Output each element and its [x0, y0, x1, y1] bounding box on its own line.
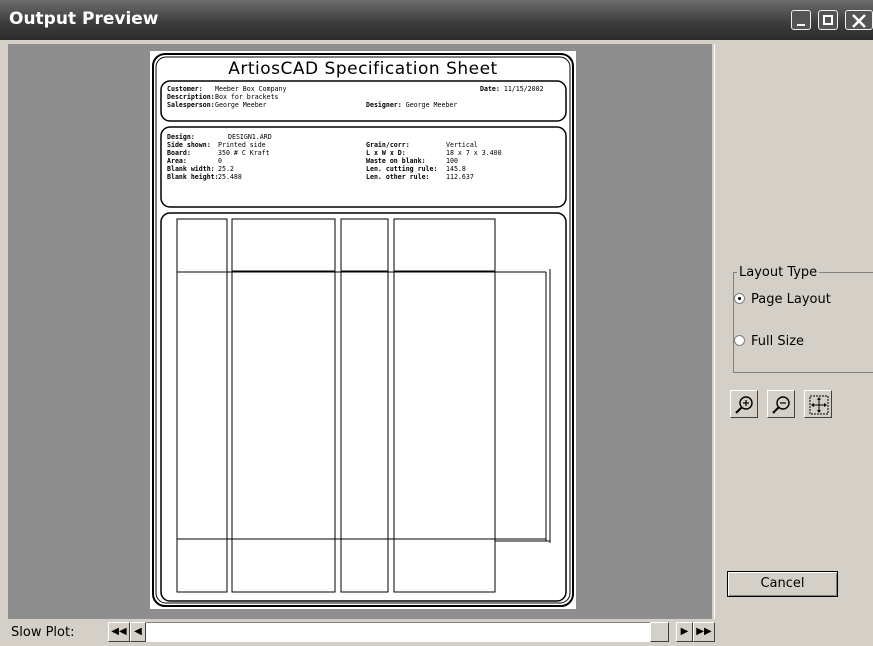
dieline	[176, 218, 551, 593]
full-size-radio[interactable]: Full Size	[734, 334, 804, 349]
last-frame-button[interactable]: ▶▶	[693, 622, 715, 642]
date-label: Date:	[480, 85, 500, 93]
blank-height-label: Blank height:	[167, 173, 219, 181]
full-size-label: Full Size	[751, 334, 805, 349]
first-frame-button[interactable]: ◀◀	[108, 622, 130, 642]
salesperson-value: George Meeber	[215, 101, 267, 109]
title-bar: Output Preview	[0, 0, 873, 40]
board-value: 350 # C Kraft	[218, 149, 270, 157]
side-value: Printed side	[218, 141, 266, 149]
cutting-rule-value: 145.8	[446, 165, 466, 173]
layout-type-label: Layout Type	[737, 265, 820, 280]
other-rule-value: 112.637	[446, 173, 474, 181]
designer-value: George Meeber	[405, 101, 458, 109]
lwd-label: L x W x D:	[366, 149, 406, 157]
radio-checked-icon	[734, 293, 745, 304]
zoom-in-button[interactable]	[730, 390, 758, 418]
zoom-out-icon	[772, 396, 790, 414]
window-title: Output Preview	[9, 9, 159, 29]
other-rule-label: Len. other rule:	[366, 173, 430, 181]
slow-plot-scrollbar[interactable]	[146, 622, 650, 642]
customer-value: Meeber Box Company	[215, 85, 287, 93]
panel-divider	[714, 44, 715, 644]
grain-label: Grain/corr:	[366, 141, 410, 149]
scrollbar-thumb[interactable]	[650, 622, 669, 642]
area-value: 0	[218, 157, 222, 165]
customer-label: Customer:	[167, 85, 203, 93]
area-label: Area:	[167, 157, 187, 165]
lwd-value: 18 x 7 x 3.400	[446, 149, 502, 157]
slow-plot-label: Slow Plot:	[11, 625, 75, 640]
description-value: Box for brackets	[215, 93, 279, 101]
design-label: Design:	[167, 133, 195, 141]
design-value: DESIGN1.ARD	[228, 133, 272, 141]
cutting-rule-label: Len. cutting rule:	[366, 165, 438, 173]
sheet-title: ArtiosCAD Specification Sheet	[228, 59, 498, 79]
page-layout-radio[interactable]: Page Layout	[734, 292, 831, 307]
fit-to-window-button[interactable]	[804, 390, 832, 418]
prev-frame-button[interactable]: ◀	[130, 622, 146, 642]
specification-sheet: ArtiosCAD Specification Sheet Customer: …	[150, 51, 576, 609]
waste-label: Waste on blank:	[366, 157, 426, 165]
blank-width-label: Blank width:	[167, 165, 215, 173]
zoom-in-icon	[735, 396, 753, 414]
page-layout-label: Page Layout	[751, 292, 831, 307]
close-button[interactable]	[845, 10, 873, 30]
date-value: 11/15/2002	[503, 85, 544, 93]
description-label: Description:	[167, 93, 215, 101]
cancel-button[interactable]: Cancel	[727, 571, 838, 597]
close-icon	[852, 14, 866, 28]
designer-label: Designer:	[366, 101, 402, 109]
zoom-out-button[interactable]	[767, 390, 795, 418]
side-label: Side shown:	[167, 141, 211, 149]
grain-value: Vertical	[446, 141, 478, 149]
sheet-drawing	[152, 53, 574, 607]
radio-unchecked-icon	[734, 335, 745, 346]
next-frame-button[interactable]: ▶	[676, 622, 693, 642]
blank-height-value: 25.488	[218, 173, 242, 181]
board-label: Board:	[167, 149, 191, 157]
blank-width-value: 25.2	[218, 165, 234, 173]
fit-to-window-icon	[809, 395, 829, 415]
waste-value: 100	[446, 157, 458, 165]
salesperson-label: Salesperson:	[167, 101, 215, 109]
maximize-button[interactable]	[818, 10, 838, 30]
minimize-button[interactable]	[791, 10, 811, 30]
layout-type-group	[733, 272, 873, 373]
